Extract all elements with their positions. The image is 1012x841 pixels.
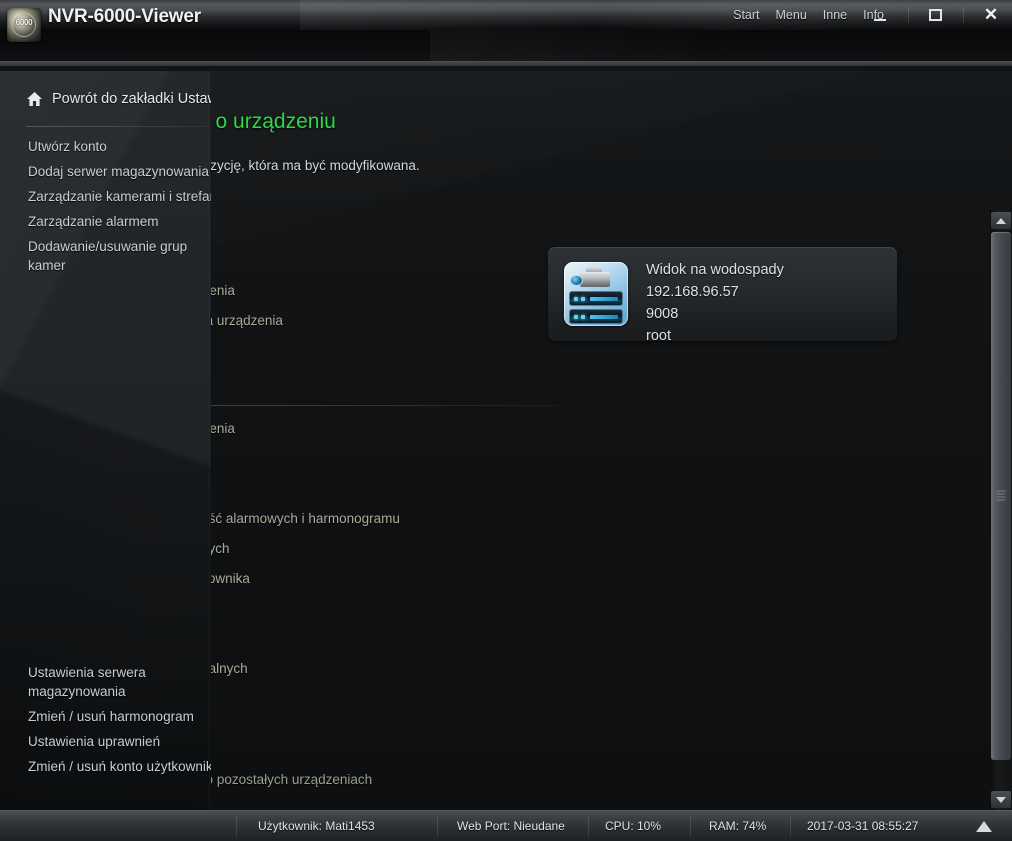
status-cpu: CPU: 10% (605, 819, 662, 833)
nvr-unit-bottom (569, 309, 623, 324)
device-name: Widok na wodospady (646, 262, 784, 278)
status-user: Użytkownik: Mati1453 (258, 819, 375, 833)
status-ram: RAM: 74% (709, 819, 767, 833)
status-divider (790, 816, 791, 837)
scroll-up-button[interactable] (991, 212, 1011, 229)
status-divider (690, 816, 691, 837)
tab-strip (0, 30, 1012, 66)
status-divider (236, 816, 237, 837)
maximize-button[interactable] (925, 4, 947, 26)
close-icon: ✕ (983, 5, 999, 24)
scroll-thumb[interactable] (991, 232, 1011, 760)
sidebar-home-link[interactable]: Powrót do zakładki Ustawienia (26, 91, 211, 107)
minimize-button[interactable] (870, 4, 892, 26)
device-port: 9008 (646, 306, 679, 322)
status-datetime: 2017-03-31 08:55:27 (807, 819, 919, 833)
camera-body (580, 272, 610, 287)
status-divider (437, 816, 438, 837)
sidebar-nav-bottom: Ustawienia serwera magazynowania Zmień /… (28, 660, 211, 779)
sidebar-home-label: Powrót do zakładki Ustawienia (52, 91, 211, 107)
maximize-icon (929, 9, 942, 21)
window-control-divider (963, 7, 964, 23)
sidebar-item-konto-uzytkownika[interactable]: Zmień / usuń konto użytkownika (28, 754, 211, 779)
expand-up-arrow-icon[interactable] (976, 821, 992, 832)
scroll-up-arrow-icon (996, 217, 1006, 224)
sidebar: Powrót do zakładki Ustawienia Utwórz kon… (0, 71, 211, 810)
home-icon (26, 91, 43, 107)
sidebar-item-zarzadzanie-kamerami[interactable]: Zarządzanie kamerami i strefami (28, 184, 211, 209)
device-user: root (646, 328, 671, 344)
sidebar-item-uprawnienia[interactable]: Ustawienia uprawnień (28, 729, 211, 754)
camera-lens (570, 275, 583, 286)
window-controls: ✕ (870, 4, 1002, 26)
menu-item-inne[interactable]: Inne (823, 8, 847, 22)
nvr-led (574, 315, 578, 319)
menu-item-start[interactable]: Start (733, 8, 759, 22)
sidebar-item-utworz-konto[interactable]: Utwórz konto (28, 134, 211, 159)
scroll-down-arrow-icon (996, 796, 1006, 803)
sidebar-item-zarzadzanie-alarmem[interactable]: Zarządzanie alarmem (28, 209, 211, 234)
application-window: 6000 NVR-6000-Viewer Start Menu Inne Inf… (0, 0, 1012, 841)
app-logo-icon: 6000 (7, 8, 41, 42)
sidebar-divider (26, 126, 211, 127)
close-button[interactable]: ✕ (980, 4, 1002, 26)
logo-text: 6000 (15, 18, 33, 27)
sidebar-item-grupy-kamer[interactable]: Dodawanie/usuwanie grup kamer (28, 234, 211, 278)
status-web-port: Web Port: Nieudane (457, 819, 565, 833)
app-title: NVR-6000-Viewer (48, 6, 201, 27)
device-info-lines: Widok na wodospady 192.168.96.57 9008 ro… (646, 259, 784, 347)
sidebar-item-dodaj-serwer[interactable]: Dodaj serwer magazynowania (28, 159, 211, 184)
nvr-led (581, 315, 585, 319)
nvr-device-icon (564, 262, 628, 326)
device-info-card[interactable]: Widok na wodospady 192.168.96.57 9008 ro… (548, 247, 897, 344)
device-ip: 192.168.96.57 (646, 284, 739, 300)
content-scrollbar[interactable] (990, 210, 1012, 810)
nvr-led (574, 297, 578, 301)
sidebar-item-harmonogram[interactable]: Zmień / usuń harmonogram (28, 704, 211, 729)
nvr-bar (590, 297, 618, 301)
scroll-down-button[interactable] (991, 791, 1011, 808)
main-menu: Start Menu Inne Info (733, 8, 884, 22)
sidebar-nav-top: Utwórz konto Dodaj serwer magazynowania … (28, 134, 211, 278)
status-bar: Użytkownik: Mati1453 Web Port: Nieudane … (0, 810, 1012, 841)
menu-item-menu[interactable]: Menu (776, 8, 807, 22)
window-control-divider (908, 7, 909, 23)
status-divider (588, 816, 589, 837)
sidebar-item-ustawienia-serwera[interactable]: Ustawienia serwera magazynowania (28, 660, 211, 704)
nvr-unit-top (569, 291, 623, 306)
nvr-bar (590, 315, 618, 319)
tab-strip-base (0, 61, 1012, 66)
nvr-led (581, 297, 585, 301)
minimize-icon (874, 19, 886, 21)
scroll-grip-icon (996, 490, 1006, 502)
